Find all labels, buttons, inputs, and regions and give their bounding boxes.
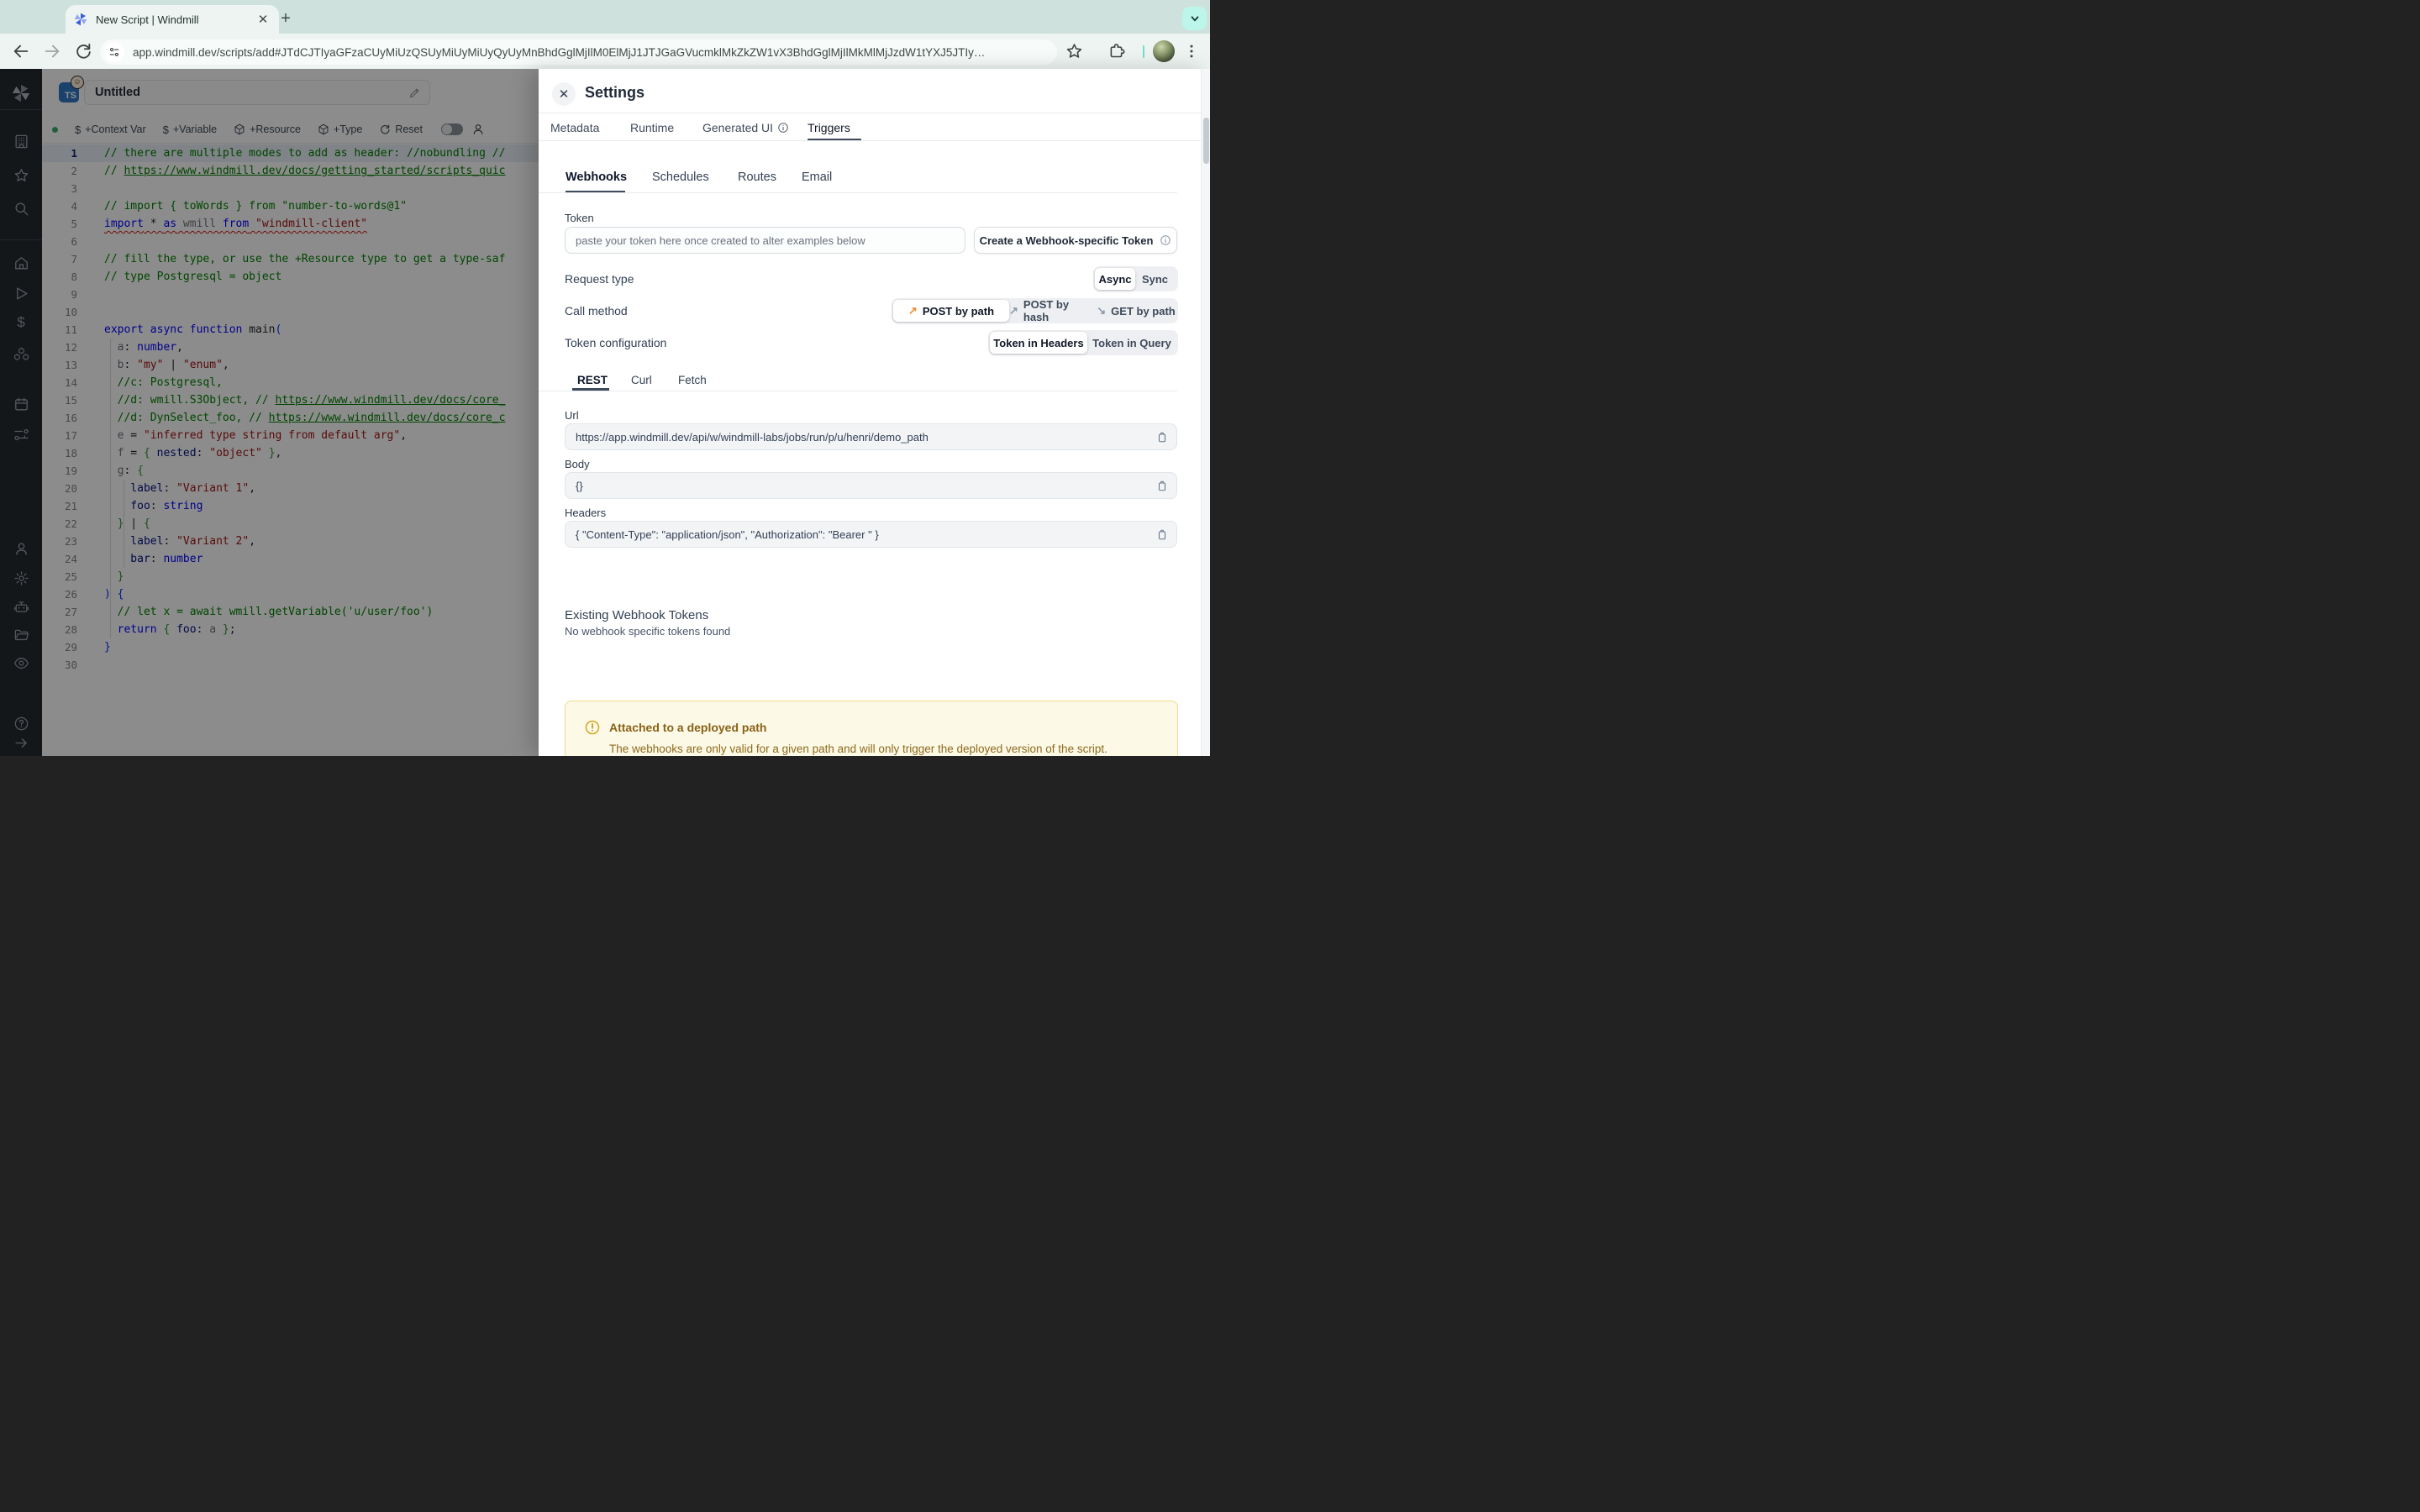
toolbar-divider: [1143, 45, 1144, 58]
tab-generated-ui[interactable]: Generated UI: [702, 117, 789, 139]
token-in-headers[interactable]: Token in Headers: [990, 332, 1087, 354]
subtab-schedules[interactable]: Schedules: [652, 168, 709, 186]
back-arrow-icon: [13, 45, 29, 58]
info-icon: [778, 123, 788, 133]
browser-menu-button[interactable]: [1183, 42, 1202, 60]
subtab-webhooks[interactable]: Webhooks: [566, 168, 627, 186]
token-in-query[interactable]: Token in Query: [1087, 332, 1176, 354]
tab-search-button[interactable]: [1182, 7, 1207, 30]
request-type-async[interactable]: Async: [1095, 268, 1135, 290]
browser-tabstrip: New Script | Windmill ✕ +: [0, 0, 1210, 34]
extensions-button[interactable]: [1107, 42, 1126, 60]
divider: [539, 140, 1210, 141]
bookmark-button[interactable]: [1065, 42, 1084, 60]
deployed-path-alert: Attached to a deployed path The webhooks…: [565, 701, 1178, 756]
reload-button[interactable]: [74, 42, 92, 60]
create-webhook-token-button[interactable]: Create a Webhook-specific Token: [974, 227, 1177, 254]
windmill-favicon: [74, 13, 87, 26]
url-label: Url: [565, 409, 579, 422]
star-icon: [1066, 44, 1082, 58]
close-icon[interactable]: ✕: [552, 82, 576, 106]
url-text[interactable]: app.windmill.dev/scripts/add#JTdCJTIyaGF…: [133, 46, 985, 59]
body-label: Body: [565, 458, 590, 470]
tab-metadata[interactable]: Metadata: [550, 117, 599, 139]
call-method-post-by-hash[interactable]: ↗ POST by hash: [1009, 298, 1096, 323]
tab-title: New Script | Windmill: [96, 13, 199, 26]
request-type-segmented: Async Sync: [1093, 266, 1178, 291]
request-type-label: Request type: [565, 272, 634, 286]
headers-label: Headers: [565, 507, 607, 519]
url-bar[interactable]: app.windmill.dev/scripts/add#JTdCJTIyaGF…: [100, 39, 1057, 65]
settings-drawer: ✕ Settings Metadata Runtime Generated UI…: [539, 69, 1210, 756]
profile-avatar[interactable]: [1153, 40, 1175, 62]
tab-curl[interactable]: Curl: [631, 371, 652, 388]
tab-triggers[interactable]: Triggers: [808, 117, 850, 139]
arrow-up-right-icon: ↗: [1009, 304, 1018, 317]
call-method-get-by-path[interactable]: ↘ GET by path: [1096, 300, 1176, 322]
drawer-title: Settings: [585, 84, 645, 101]
browser-window: New Script | Windmill ✕ + app.windmill.d…: [0, 0, 1210, 756]
warning-circle-icon: [584, 719, 601, 736]
new-tab-button[interactable]: +: [274, 7, 297, 30]
existing-tokens-empty: No webhook specific tokens found: [565, 625, 731, 638]
token-label: Token: [565, 212, 594, 224]
webhook-url-field[interactable]: https://app.windmill.dev/api/w/windmill-…: [565, 423, 1177, 450]
call-method-segmented: ↗ POST by path ↗ POST by hash ↘ GET by p…: [892, 298, 1178, 323]
copy-icon[interactable]: [1156, 431, 1168, 444]
drawer-scrollbar[interactable]: [1201, 69, 1210, 756]
alert-title: Attached to a deployed path: [609, 721, 767, 734]
subtab-email[interactable]: Email: [802, 168, 832, 186]
modal-dim-overlay[interactable]: [0, 69, 539, 756]
tab-close-icon[interactable]: ✕: [255, 12, 271, 27]
webhook-body-field[interactable]: {}: [565, 472, 1177, 499]
back-button[interactable]: [12, 42, 30, 60]
arrow-down-right-icon: ↘: [1097, 304, 1107, 317]
kebab-menu-icon: [1190, 45, 1193, 58]
reload-icon: [76, 43, 91, 59]
divider: [539, 192, 1177, 193]
existing-tokens-title: Existing Webhook Tokens: [565, 608, 709, 622]
tab-fetch[interactable]: Fetch: [678, 371, 707, 388]
forward-arrow-icon: [45, 45, 60, 58]
browser-tab[interactable]: New Script | Windmill ✕: [66, 5, 279, 34]
info-icon: [1160, 235, 1171, 245]
call-method-post-by-path[interactable]: ↗ POST by path: [893, 300, 1009, 322]
request-type-sync[interactable]: Sync: [1135, 268, 1175, 290]
site-settings-button[interactable]: [104, 42, 124, 62]
arrow-up-right-icon: ↗: [908, 304, 918, 317]
subtab-routes[interactable]: Routes: [738, 168, 776, 186]
webhook-headers-field[interactable]: { "Content-Type": "application/json", "A…: [565, 521, 1177, 548]
alert-body: The webhooks are only valid for a given …: [609, 743, 1107, 755]
chevron-down-icon: [1191, 16, 1198, 22]
token-configuration-label: Token configuration: [565, 336, 667, 349]
scrollbar-thumb[interactable]: [1203, 118, 1209, 164]
token-config-segmented: Token in Headers Token in Query: [988, 330, 1178, 355]
tab-runtime[interactable]: Runtime: [630, 117, 674, 139]
call-method-label: Call method: [565, 304, 628, 318]
copy-icon[interactable]: [1156, 480, 1168, 492]
tune-icon: [109, 47, 119, 57]
copy-icon[interactable]: [1156, 528, 1168, 541]
token-input[interactable]: [565, 227, 965, 254]
tab-rest[interactable]: REST: [577, 371, 608, 388]
forward-button[interactable]: [43, 42, 61, 60]
extensions-icon: [1110, 44, 1125, 58]
